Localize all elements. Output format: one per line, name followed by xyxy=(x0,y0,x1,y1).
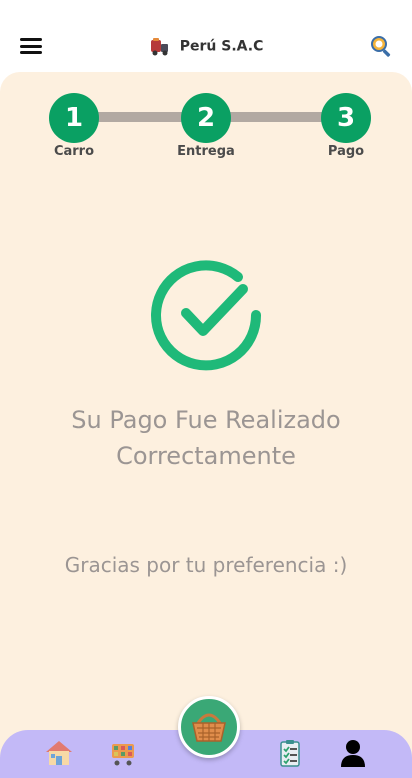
user-icon[interactable] xyxy=(338,738,368,768)
order-list-icon[interactable] xyxy=(275,738,305,768)
step-2-label: Entrega xyxy=(177,144,235,159)
home-icon[interactable] xyxy=(44,738,74,768)
success-title-line2: Correctamente xyxy=(116,442,296,470)
step-3-circle: 3 xyxy=(321,93,371,143)
stepper-connector xyxy=(98,112,182,122)
brand: Perú S.A.C xyxy=(0,36,412,57)
delivery-truck-icon xyxy=(150,37,168,55)
thanks-message: Gracias por tu preferencia :) xyxy=(64,553,348,577)
basket-button[interactable] xyxy=(178,696,240,758)
step-3-label: Pago xyxy=(327,144,365,159)
step-1-label: Carro xyxy=(53,144,95,159)
step-2-circle: 2 xyxy=(181,93,231,143)
brand-name: Perú S.A.C xyxy=(179,38,264,55)
search-icon[interactable] xyxy=(370,35,394,59)
success-check-icon xyxy=(151,260,262,371)
basket-icon xyxy=(192,713,226,742)
success-message: Su Pago Fue Realizado Correctamente xyxy=(20,402,392,474)
payment-confirmation-panel: 1 2 3 Carro Entrega Pago Su Pago Fue Rea… xyxy=(0,72,412,778)
top-app-bar: Perú S.A.C xyxy=(0,0,412,72)
store-cart-icon[interactable] xyxy=(108,738,138,768)
success-title-line1: Su Pago Fue Realizado xyxy=(71,406,341,434)
step-1-circle: 1 xyxy=(49,93,99,143)
stepper-connector xyxy=(230,112,322,122)
